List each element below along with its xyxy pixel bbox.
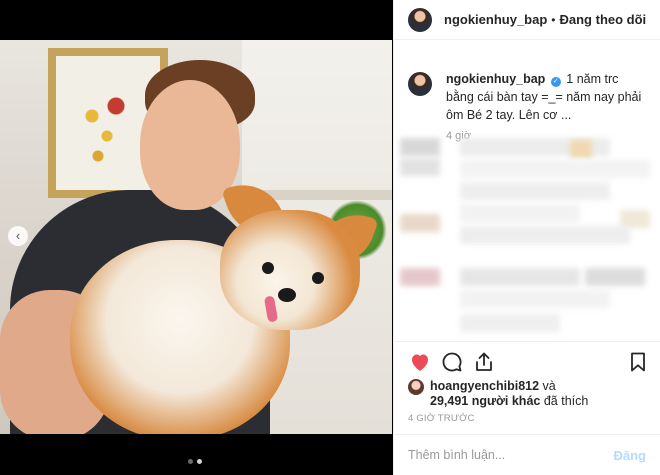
comment-icon[interactable]	[440, 350, 464, 374]
header-separator: •	[551, 12, 556, 27]
post-timestamp[interactable]: 4 GIỜ TRƯỚC	[408, 413, 475, 424]
post-caption: ngokienhuy_bap ✓ 1 năm trc bằng cái bàn …	[394, 40, 660, 124]
likes-text: hoangyenchibi812 và 29,491 người khác đã…	[430, 379, 588, 409]
photo-dog-nose	[278, 288, 296, 302]
verified-icon: ✓	[550, 77, 561, 87]
likes-suffix: đã thích	[543, 394, 589, 408]
caption-text-block: ngokienhuy_bap ✓ 1 năm trc bằng cái bàn …	[446, 70, 648, 124]
heart-icon[interactable]	[408, 350, 432, 374]
instagram-post-modal: ‹ ngokienhuy_bap • Đang theo dõi ngokien…	[0, 0, 660, 475]
carousel-dot	[188, 459, 193, 464]
likes-count[interactable]: 29,491 người khác	[430, 394, 540, 408]
chevron-left-icon[interactable]: ‹	[8, 226, 28, 246]
photo-dog-eye	[262, 262, 274, 274]
liker-username[interactable]: hoangyenchibi812	[430, 379, 539, 393]
post-header: ngokienhuy_bap • Đang theo dõi	[394, 0, 660, 40]
blurred-comments	[400, 138, 656, 338]
bookmark-icon[interactable]	[626, 350, 650, 374]
post-details-panel: ngokienhuy_bap • Đang theo dõi ngokienhu…	[393, 0, 660, 475]
avatar[interactable]	[408, 7, 432, 32]
share-icon[interactable]	[472, 350, 496, 374]
likes-summary: hoangyenchibi812 và 29,491 người khác đã…	[408, 379, 588, 409]
media-pane: ‹	[0, 0, 392, 475]
follow-status-button[interactable]: Đang theo dõi	[560, 12, 647, 27]
post-actions	[408, 350, 650, 376]
photo-dog-head	[220, 210, 360, 330]
avatar[interactable]	[408, 379, 424, 395]
post-comment-button[interactable]: Đăng	[614, 448, 647, 463]
carousel-indicator	[188, 459, 202, 464]
caption-username[interactable]: ngokienhuy_bap	[446, 72, 545, 86]
photo-dog-eye	[312, 272, 324, 284]
header-username[interactable]: ngokienhuy_bap	[444, 12, 547, 27]
carousel-dot-active	[197, 459, 202, 464]
likes-and: và	[542, 379, 556, 393]
comment-input[interactable]	[408, 448, 614, 462]
avatar[interactable]	[408, 72, 432, 96]
divider	[394, 341, 660, 342]
add-comment-bar: Đăng	[394, 434, 660, 475]
post-photo[interactable]	[0, 40, 392, 434]
